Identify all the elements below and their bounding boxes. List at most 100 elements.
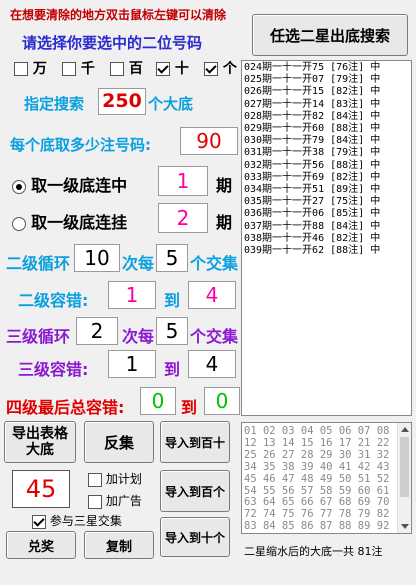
three-star-checkbox[interactable] [32, 514, 46, 529]
number-row: 25 26 27 28 29 30 31 32 [244, 448, 390, 461]
vertical-scrollbar[interactable] [397, 423, 411, 533]
count-input[interactable]: 45 [12, 470, 70, 508]
level3-loop-mid: 次每 [122, 327, 155, 346]
position-label: 千 [80, 61, 95, 77]
history-row: 029期一十一开60 [88注] 中 [244, 123, 381, 135]
level2-loop-label: 二级循环 [6, 254, 71, 273]
level2-per-input[interactable]: 5 [156, 244, 188, 272]
level3-tolerance-from-input[interactable]: 1 [108, 350, 156, 378]
level3-loop-label: 三级循环 [6, 327, 71, 346]
level1-hang-radio[interactable] [12, 216, 26, 231]
add-ad-option[interactable]: 加广告 [88, 492, 142, 509]
scroll-thumb[interactable] [400, 437, 409, 497]
checkbox-qian[interactable] [62, 62, 76, 76]
level2-tolerance-label: 二级容错: [18, 291, 89, 310]
checkbox-ge[interactable] [204, 62, 218, 76]
three-star-label: 参与三星交集 [49, 514, 122, 528]
level2-loop-suffix: 个交集 [190, 254, 239, 273]
level1-hang-input[interactable]: 2 [158, 203, 208, 233]
number-row: 34 35 38 39 40 41 42 43 [244, 460, 390, 473]
position-qian[interactable]: 千 [62, 58, 95, 78]
add-ad-label: 加广告 [105, 494, 142, 508]
checkbox-bai[interactable] [110, 62, 124, 76]
export-table-button[interactable]: 导出表格 大底 [4, 421, 76, 463]
level3-tolerance-to-label: 到 [164, 360, 181, 379]
history-row: 025期一十一开07 [79注] 中 [244, 74, 381, 86]
level1-hang-label: 取一级底连挂 [31, 213, 128, 232]
level3-loop-suffix: 个交集 [190, 327, 239, 346]
level3-tolerance-label: 三级容错: [18, 360, 89, 379]
level3-tolerance-to-input[interactable]: 4 [188, 350, 236, 378]
level2-loop-input[interactable]: 10 [74, 244, 120, 272]
specified-label: 指定搜索 [24, 95, 85, 113]
result-numbers-area[interactable]: 01 02 03 04 05 06 07 08 12 13 14 15 16 17… [241, 422, 412, 534]
history-row: 032期一十一开56 [88注] 中 [244, 159, 381, 171]
position-label: 个 [222, 61, 237, 77]
result-numbers-rows: 01 02 03 04 05 06 07 08 12 13 14 15 16 17… [244, 425, 411, 533]
position-shi[interactable]: 十 [156, 58, 189, 78]
position-wan[interactable]: 万 [14, 58, 47, 78]
level1-hang-suffix: 期 [216, 213, 233, 232]
specified-count-input[interactable]: 250 [98, 88, 146, 115]
level2-loop-mid: 次每 [122, 254, 155, 273]
import-hundred-ten-button[interactable]: 导入到百十 [160, 421, 230, 463]
history-rows: 024期一十一开75 [76注] 中 025期一十一开07 [79注] 中 026期… [242, 61, 411, 257]
level1-hang-option[interactable]: 取一级底连挂 [12, 209, 127, 233]
level3-per-input[interactable]: 5 [156, 317, 188, 345]
history-row: 034期一十一开51 [89注] 中 [244, 184, 381, 196]
history-row: 033期一十一开69 [82注] 中 [244, 171, 381, 183]
level2-tolerance-to-input[interactable]: 4 [188, 281, 236, 309]
position-label: 十 [174, 61, 189, 77]
three-star-option[interactable]: 参与三星交集 [32, 512, 122, 529]
reverse-set-button[interactable]: 反集 [84, 421, 154, 463]
per-base-label: 每个底取多少注号码: [10, 136, 151, 154]
scroll-up-icon[interactable] [401, 427, 409, 432]
add-ad-checkbox[interactable] [88, 494, 102, 509]
level4-tolerance-to-label: 到 [181, 398, 198, 417]
level2-tolerance-to-label: 到 [164, 291, 181, 310]
import-hundred-unit-button[interactable]: 导入到百个 [160, 470, 230, 512]
history-row: 027期一十一开14 [83注] 中 [244, 98, 381, 110]
scroll-down-icon[interactable] [401, 524, 409, 529]
search-button[interactable]: 任选二星出底搜索 [252, 14, 408, 56]
history-row: 024期一十一开75 [76注] 中 [244, 62, 381, 73]
add-plan-checkbox[interactable] [88, 472, 102, 487]
history-row: 028期一十一开82 [84注] 中 [244, 110, 381, 122]
level3-loop-input[interactable]: 2 [76, 317, 118, 345]
level2-tolerance-from-input[interactable]: 1 [108, 281, 156, 309]
position-label: 万 [32, 61, 47, 77]
redeem-button[interactable]: 兑奖 [6, 531, 76, 559]
history-row: 039期一十一开62 [88注] 中 [244, 245, 381, 257]
history-row: 031期一十一开38 [79注] 中 [244, 147, 381, 159]
history-row: 030期一十一开79 [84注] 中 [244, 135, 381, 147]
position-label: 百 [128, 61, 143, 77]
per-base-input[interactable]: 90 [180, 127, 238, 155]
history-list[interactable]: 024期一十一开75 [76注] 中 025期一十一开07 [79注] 中 026期… [241, 60, 412, 416]
position-bai[interactable]: 百 [110, 58, 143, 78]
history-row: 035期一十一开27 [75注] 中 [244, 196, 381, 208]
history-row: 038期一十一开46 [82注] 中 [244, 232, 381, 244]
level1-chain-suffix: 期 [216, 176, 233, 195]
position-ge[interactable]: 个 [204, 58, 237, 78]
level4-tolerance-to-input[interactable]: 0 [204, 387, 240, 415]
history-row: 037期一十一开88 [84注] 中 [244, 220, 381, 232]
add-plan-option[interactable]: 加计划 [88, 470, 142, 487]
copy-button[interactable]: 复制 [84, 531, 154, 559]
checkbox-shi[interactable] [156, 62, 170, 76]
history-row: 036期一十一开06 [85注] 中 [244, 208, 381, 220]
level4-tolerance-label: 四级最后总容错: [6, 398, 125, 417]
checkbox-wan[interactable] [14, 62, 28, 76]
level1-chain-option[interactable]: 取一级底连中 [12, 172, 127, 196]
select-prompt: 请选择你要选中的二位号码 [22, 34, 203, 52]
import-ten-unit-button[interactable]: 导入到十个 [160, 517, 230, 557]
status-text: 二星缩水后的大底一共 81注 [244, 545, 383, 558]
level4-tolerance-from-input[interactable]: 0 [140, 387, 176, 415]
clear-hint: 在想要清除的地方双击鼠标左键可以清除 [10, 8, 227, 22]
number-row: 83 84 85 86 87 88 89 92 [244, 520, 390, 533]
position-checkboxes: 万 千 百 十 个 [14, 58, 244, 78]
history-row: 026期一十一开15 [82注] 中 [244, 86, 381, 98]
level1-chain-label: 取一级底连中 [31, 176, 128, 195]
level1-chain-radio[interactable] [12, 179, 26, 194]
specified-suffix: 个大底 [148, 95, 194, 113]
level1-chain-input[interactable]: 1 [158, 166, 208, 196]
